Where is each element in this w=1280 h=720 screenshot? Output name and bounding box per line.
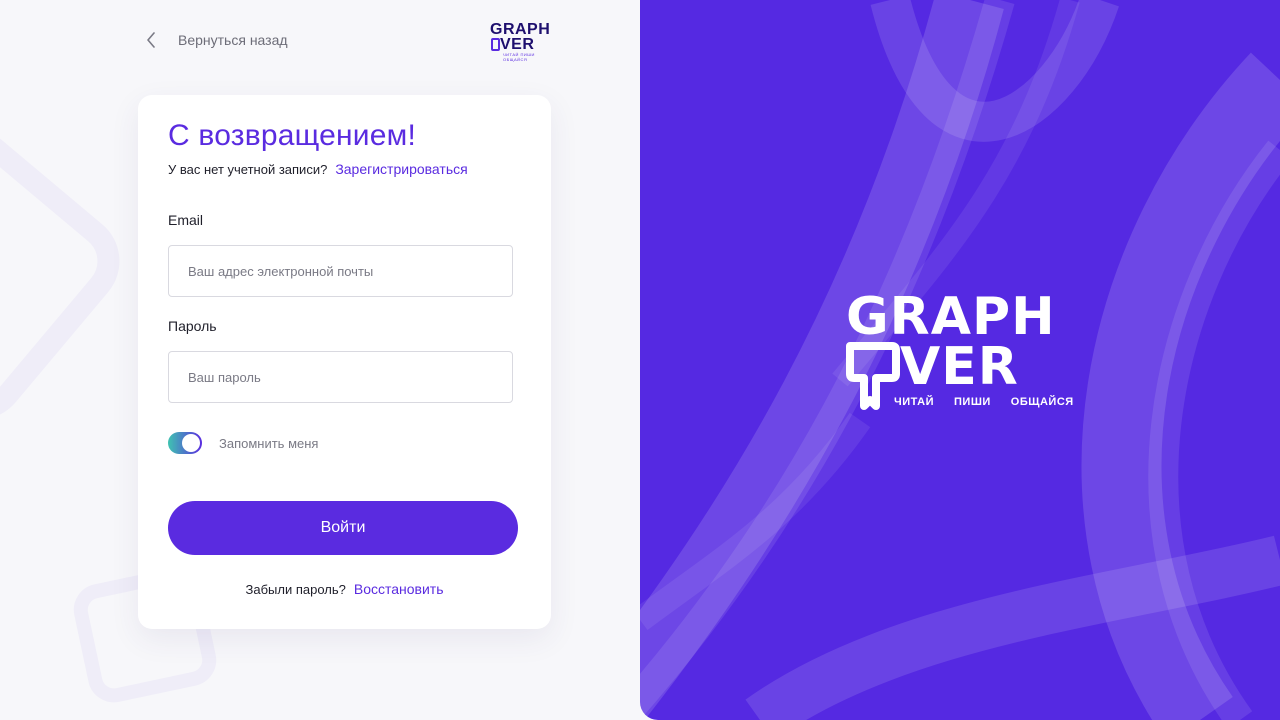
bookmark-icon xyxy=(846,342,900,410)
brand-panel: GRAPH VER ЧИТАЙ ПИШИ ОБЩАЙСЯ xyxy=(640,0,1280,720)
forgot-password-text: Забыли пароль? xyxy=(245,582,346,597)
logo-text-line2: VER xyxy=(500,36,535,53)
email-label: Email xyxy=(168,212,204,228)
toggle-knob xyxy=(182,434,200,452)
logo-large-line1: GRAPH xyxy=(846,287,1056,347)
password-field[interactable] xyxy=(168,351,513,403)
email-field[interactable] xyxy=(168,245,513,297)
remember-me-label: Запомнить меня xyxy=(219,435,319,451)
chevron-left-icon xyxy=(146,32,156,48)
forgot-password-row: Забыли пароль? Восстановить xyxy=(138,581,551,597)
brand-tagline: ЧИТАЙ ПИШИ ОБЩАЙСЯ xyxy=(894,396,1074,408)
decorative-rounded-square xyxy=(0,100,140,440)
login-button[interactable]: Войти xyxy=(168,501,518,555)
top-bar: Вернуться назад GRAPH VER ЧИТАЙ ПИШИ ОБЩ… xyxy=(0,0,640,80)
login-panel: Вернуться назад GRAPH VER ЧИТАЙ ПИШИ ОБЩ… xyxy=(0,0,640,720)
logo-text-line1: GRAPH xyxy=(490,21,551,38)
remember-me-toggle[interactable] xyxy=(168,432,202,454)
bookmark-icon xyxy=(491,38,500,51)
login-card: С возвращением! У вас нет учетной записи… xyxy=(138,95,551,629)
restore-password-link[interactable]: Восстановить xyxy=(354,581,444,597)
register-link[interactable]: Зарегистрироваться xyxy=(335,161,467,177)
register-prompt: У вас нет учетной записи? Зарегистрирова… xyxy=(168,161,468,177)
page-title: С возвращением! xyxy=(168,119,417,152)
brand-logo-small[interactable]: GRAPH VER ЧИТАЙ ПИШИ ОБЩАЙСЯ xyxy=(490,21,556,63)
remember-me-row: Запомнить меня xyxy=(168,432,318,454)
logo-tagline-small: ЧИТАЙ ПИШИ ОБЩАЙСЯ xyxy=(503,52,535,62)
no-account-text: У вас нет учетной записи? xyxy=(168,162,328,177)
brand-logo-large: GRAPH VER ЧИТАЙ ПИШИ ОБЩАЙСЯ xyxy=(846,287,1076,417)
password-label: Пароль xyxy=(168,318,217,334)
back-link[interactable]: Вернуться назад xyxy=(146,28,288,52)
back-link-label: Вернуться назад xyxy=(178,32,288,48)
